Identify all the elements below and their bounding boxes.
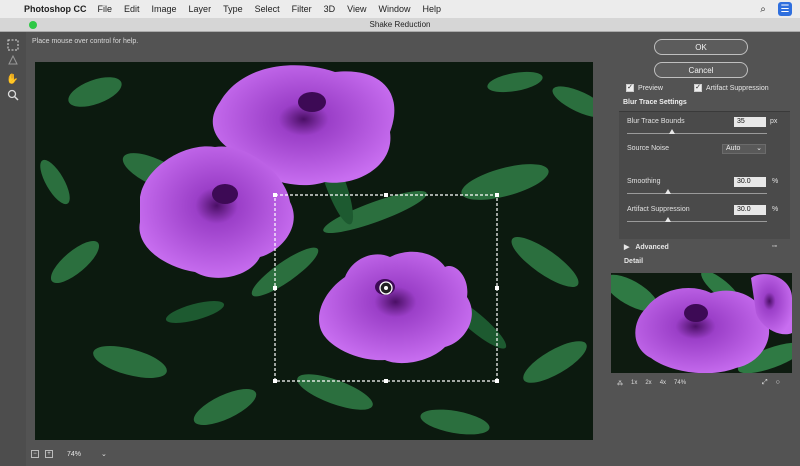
- artifact-suppression-track[interactable]: [627, 221, 767, 222]
- artifact-suppression-input[interactable]: 30.0: [734, 205, 766, 215]
- advanced-toggle[interactable]: ▶ Advanced: [624, 243, 669, 251]
- menu-help[interactable]: Help: [422, 4, 441, 14]
- menu-edit[interactable]: Edit: [124, 4, 140, 14]
- px-unit: px: [770, 118, 778, 125]
- dock-loupe-icon[interactable]: ○: [776, 379, 780, 387]
- preview-checkbox[interactable]: ✓ Preview: [626, 84, 663, 92]
- detail-actions: ⤢ ○: [762, 379, 780, 387]
- zoom-1x-button[interactable]: 1x: [631, 380, 637, 387]
- checkmark-icon[interactable]: ✓: [626, 84, 634, 92]
- zoom-out-button[interactable]: −: [31, 450, 39, 458]
- detail-zoom-options: ⁂ 1x 2x 4x 74%: [617, 380, 686, 387]
- menu-select[interactable]: Select: [255, 4, 280, 14]
- app-name-menu[interactable]: Photoshop CC: [24, 4, 87, 14]
- ok-button[interactable]: OK: [654, 39, 748, 55]
- detail-zoom-value[interactable]: 74%: [674, 380, 686, 387]
- triangle-right-icon: ▶: [624, 244, 630, 251]
- blur-trace-bounds-input[interactable]: 35: [734, 117, 766, 127]
- artifact-suppression-setting-label: Artifact Suppression: [627, 206, 690, 213]
- menu-image[interactable]: Image: [152, 4, 177, 14]
- smoothing-track[interactable]: [627, 193, 767, 194]
- checkmark-icon[interactable]: ✓: [694, 84, 702, 92]
- advanced-label: Advanced: [635, 244, 669, 251]
- zoom-tool-icon[interactable]: [5, 87, 20, 102]
- menu-window[interactable]: Window: [378, 4, 410, 14]
- hand-tool-icon[interactable]: ✋: [5, 72, 20, 87]
- detail-flower-image: [611, 273, 792, 373]
- preview-canvas[interactable]: [35, 62, 593, 440]
- menu-filter[interactable]: Filter: [292, 4, 312, 14]
- cancel-button[interactable]: Cancel: [654, 62, 748, 78]
- menu-3d[interactable]: 3D: [324, 4, 336, 14]
- chevron-down-icon[interactable]: ⌄: [101, 450, 107, 458]
- zoom-4x-button[interactable]: 4x: [660, 380, 666, 387]
- artifact-suppression-slider[interactable]: [665, 217, 671, 222]
- blur-trace-bounds-label: Blur Trace Bounds: [627, 118, 685, 125]
- blur-trace-panel: Blur Trace Bounds 35 px Source Noise Aut…: [619, 111, 790, 239]
- blur-trace-bounds-slider[interactable]: [669, 129, 675, 134]
- menubar-status: ⌕ ☰: [756, 2, 792, 16]
- tool-panel: ✋: [0, 32, 26, 466]
- source-noise-value: Auto: [726, 145, 741, 152]
- smoothing-label: Smoothing: [627, 178, 661, 185]
- zoom-in-button[interactable]: +: [45, 450, 53, 458]
- zoom-2x-button[interactable]: 2x: [645, 380, 651, 387]
- blur-trace-tool-icon[interactable]: [5, 52, 20, 67]
- menu-type[interactable]: Type: [223, 4, 243, 14]
- menu-layer[interactable]: Layer: [189, 4, 212, 14]
- panel-menu-icon[interactable]: ▫▫: [772, 243, 777, 250]
- artifact-suppression-checkbox[interactable]: ✓ Artifact Suppression: [694, 84, 769, 92]
- preview-label: Preview: [638, 84, 663, 92]
- dialog-title: Shake Reduction: [369, 20, 431, 29]
- percent-unit: %: [772, 206, 779, 213]
- menubar: Photoshop CC File Edit Image Layer Type …: [0, 0, 800, 18]
- dialog-titlebar: Shake Reduction: [0, 18, 800, 32]
- blur-trace-settings-title: Blur Trace Settings: [623, 99, 687, 106]
- zoom-bar: − + 74% ⌄: [31, 450, 107, 458]
- lock-icon[interactable]: ⁂: [617, 380, 623, 387]
- blur-trace-bounds-track[interactable]: [627, 133, 767, 134]
- smoothing-slider[interactable]: [665, 189, 671, 194]
- zoom-window-button[interactable]: [29, 21, 37, 29]
- menu-view[interactable]: View: [347, 4, 366, 14]
- flower-photo: [35, 62, 593, 440]
- chevron-down-icon: ⌄: [756, 145, 762, 152]
- marquee-tool-icon[interactable]: [5, 37, 20, 52]
- help-hint: Place mouse over control for help.: [32, 38, 139, 45]
- smoothing-input[interactable]: 30.0: [734, 177, 766, 187]
- detail-loupe[interactable]: [611, 273, 792, 373]
- list-icon[interactable]: ☰: [778, 2, 792, 16]
- source-noise-label: Source Noise: [627, 145, 670, 152]
- enhance-icon[interactable]: ⤢: [762, 379, 768, 387]
- percent-unit: %: [772, 178, 779, 185]
- menu-file[interactable]: File: [98, 4, 113, 14]
- artifact-suppression-label: Artifact Suppression: [706, 84, 769, 92]
- zoom-level[interactable]: 74%: [67, 451, 81, 458]
- detail-title: Detail: [624, 258, 644, 265]
- source-noise-select[interactable]: Auto ⌄: [722, 144, 766, 154]
- search-icon[interactable]: ⌕: [756, 2, 770, 16]
